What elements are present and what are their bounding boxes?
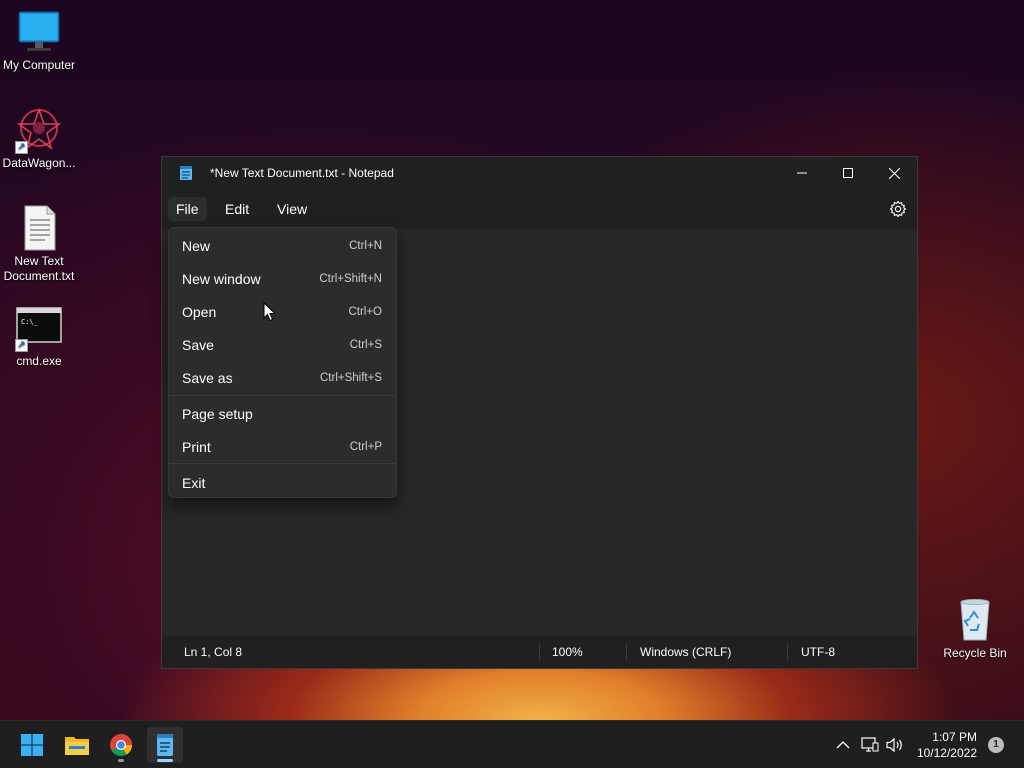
status-line-ending: Windows (CRLF): [640, 645, 732, 659]
menu-item-exit[interactable]: Exit: [173, 468, 392, 498]
menu-item-save[interactable]: Save Ctrl+S: [173, 330, 392, 360]
notepad-icon: [157, 734, 173, 756]
close-icon: [888, 167, 900, 179]
monitor-icon: [15, 8, 63, 56]
gear-icon[interactable]: [889, 200, 907, 218]
desktop-icon-label: DataWagon...: [2, 156, 76, 170]
menu-item-open[interactable]: Open Ctrl+O: [173, 297, 392, 327]
status-encoding: UTF-8: [801, 645, 835, 659]
menu-item-page-setup[interactable]: Page setup: [173, 399, 392, 429]
desktop-icon-label: My Computer: [2, 58, 76, 72]
menu-view[interactable]: View: [269, 197, 315, 221]
menu-item-label: New: [182, 238, 211, 254]
running-indicator: [157, 759, 173, 762]
desktop-icon-recycle-bin[interactable]: Recycle Bin: [935, 596, 1015, 661]
datawagon-icon: ↗: [15, 106, 63, 154]
menu-item-shortcut: Ctrl+N: [349, 240, 382, 252]
desktop-icon-my-computer[interactable]: My Computer: [0, 8, 79, 73]
desktop-icon-new-text-document[interactable]: New Text Document.txt: [0, 204, 79, 284]
cmd-icon: C:\_ ↗: [15, 304, 63, 352]
status-separator: [787, 644, 788, 660]
minimize-icon: [797, 172, 807, 174]
tray-clock[interactable]: 1:07 PM 10/12/2022: [917, 729, 977, 761]
menu-item-label: Page setup: [182, 406, 253, 422]
desktop-icon-cmd[interactable]: C:\_ ↗ cmd.exe: [0, 304, 79, 369]
tray-chevron-up-icon[interactable]: [833, 735, 853, 755]
status-bar: Ln 1, Col 8 100% Windows (CRLF) UTF-8: [162, 636, 917, 668]
menu-item-shortcut: Ctrl+S: [349, 339, 382, 351]
running-indicator: [118, 759, 124, 762]
menu-item-new-window[interactable]: New window Ctrl+Shift+N: [173, 264, 392, 294]
menu-item-label: Open: [182, 304, 217, 320]
menu-item-label: New window: [182, 271, 261, 287]
menu-item-shortcut: Ctrl+Shift+S: [320, 372, 382, 384]
status-separator: [626, 644, 627, 660]
menu-item-shortcut: Ctrl+Shift+N: [319, 273, 382, 285]
close-button[interactable]: [871, 157, 917, 189]
menu-item-print[interactable]: Print Ctrl+P: [173, 432, 392, 462]
desktop-icon-label: cmd.exe: [16, 354, 62, 368]
menu-item-label: Exit: [182, 475, 206, 491]
menu-separator: [169, 463, 396, 464]
title-bar[interactable]: *New Text Document.txt - Notepad: [162, 157, 917, 189]
taskbar-chrome[interactable]: [103, 727, 139, 763]
status-separator: [539, 644, 540, 660]
start-button[interactable]: [14, 727, 50, 763]
clock-time: 1:07 PM: [932, 730, 977, 744]
menu-bar: File Edit View: [162, 189, 917, 229]
shortcut-arrow-icon: ↗: [15, 141, 28, 154]
status-zoom: 100%: [552, 645, 583, 659]
taskbar-file-explorer[interactable]: [59, 727, 95, 763]
chrome-icon: [110, 734, 132, 756]
taskbar-notepad[interactable]: [147, 727, 183, 763]
menu-edit[interactable]: Edit: [217, 197, 257, 221]
menu-item-shortcut: Ctrl+O: [348, 306, 382, 318]
menu-item-label: Save: [182, 337, 214, 353]
notification-badge[interactable]: 1: [988, 737, 1004, 753]
text-file-icon: [15, 204, 63, 252]
maximize-button[interactable]: [825, 157, 871, 189]
file-menu-dropdown: New Ctrl+N New window Ctrl+Shift+N Open …: [168, 227, 397, 498]
menu-item-new[interactable]: New Ctrl+N: [173, 231, 392, 261]
volume-icon[interactable]: [885, 735, 905, 755]
menu-item-label: Print: [182, 439, 211, 455]
desktop-icon-label: New Text Document.txt: [3, 254, 75, 283]
maximize-icon: [843, 168, 853, 178]
notepad-icon: [179, 165, 193, 181]
recycle-bin-icon: [951, 596, 999, 644]
desktop-icon-datawagon[interactable]: ↗ DataWagon...: [0, 106, 79, 171]
shortcut-arrow-icon: ↗: [15, 339, 28, 352]
status-position: Ln 1, Col 8: [184, 645, 243, 659]
file-explorer-icon: [65, 737, 89, 755]
svg-text:C:\_: C:\_: [21, 318, 39, 326]
taskbar: 1:07 PM 10/12/2022 1: [0, 720, 1024, 768]
minimize-button[interactable]: [779, 157, 825, 189]
clock-date: 10/12/2022: [916, 746, 977, 760]
desktop-icon-label: Recycle Bin: [943, 646, 1007, 660]
menu-item-shortcut: Ctrl+P: [349, 441, 382, 453]
start-icon: [21, 734, 43, 756]
menu-item-save-as[interactable]: Save as Ctrl+Shift+S: [173, 363, 392, 393]
mouse-cursor-icon: [263, 301, 277, 327]
menu-separator: [169, 395, 396, 396]
window-title: *New Text Document.txt - Notepad: [210, 166, 394, 180]
menu-item-label: Save as: [182, 370, 233, 386]
network-icon[interactable]: [860, 735, 880, 755]
menu-file[interactable]: File: [168, 197, 207, 221]
